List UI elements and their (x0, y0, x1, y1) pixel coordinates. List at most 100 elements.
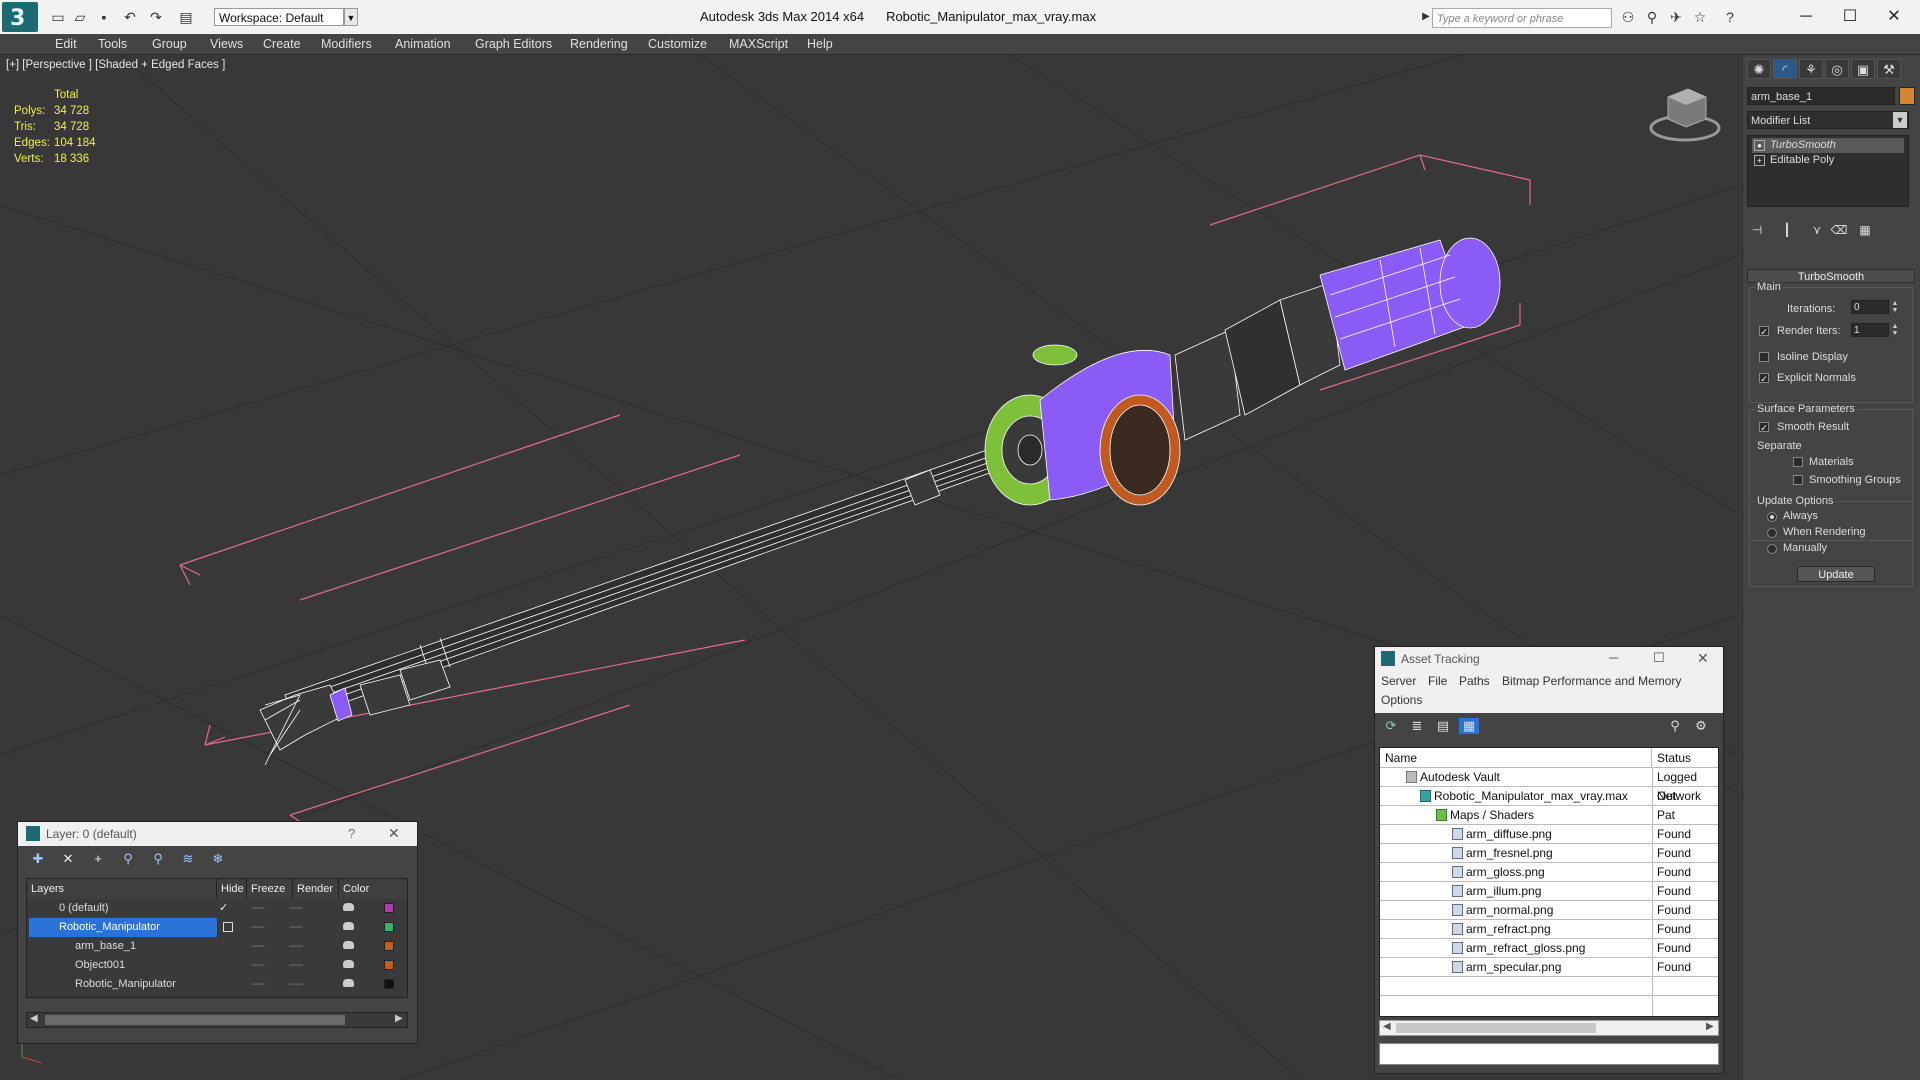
chevron-down-icon[interactable]: ▼ (1893, 112, 1907, 128)
close-icon[interactable]: ✕ (1874, 6, 1914, 28)
scroll-left-icon[interactable]: ◀ (30, 1013, 38, 1024)
spinner-arrows-icon[interactable]: ▲ ▼ (1891, 300, 1899, 314)
col-freeze[interactable]: Freeze (247, 879, 293, 899)
utilities-tab-icon[interactable]: ⚒ (1877, 59, 1901, 79)
layer-horizontal-scrollbar[interactable]: ◀ ▶ (26, 1012, 408, 1028)
render-teapot-icon[interactable] (343, 922, 354, 930)
render-iters-checkbox[interactable]: ✓ (1759, 326, 1769, 337)
hide-toggle[interactable]: ----- (251, 956, 265, 975)
help-query-icon[interactable]: ⚲ (1665, 718, 1685, 734)
asset-row[interactable]: arm_specular.png Found (1380, 958, 1718, 977)
scroll-right-icon[interactable]: ▶ (1706, 1021, 1714, 1032)
materials-checkbox[interactable] (1793, 457, 1803, 467)
scroll-thumb[interactable] (45, 1015, 345, 1025)
hide-toggle[interactable]: ----- (251, 918, 265, 937)
pin-stack-icon[interactable]: ⊣ (1747, 221, 1767, 239)
update-button[interactable]: Update (1797, 566, 1875, 582)
menu-views[interactable]: Views (210, 37, 243, 51)
communication-icon[interactable]: ✈ (1668, 9, 1684, 25)
layer-row[interactable]: 0 (default) ✓ ----- ----- (27, 899, 407, 918)
col-name[interactable]: Name (1380, 748, 1652, 768)
asset-row[interactable]: arm_refract_gloss.png Found (1380, 939, 1718, 958)
render-teapot-icon[interactable] (343, 979, 354, 987)
object-row[interactable]: arm_base_1 ----- ----- (27, 937, 407, 956)
asset-row[interactable]: Robotic_Manipulator_max_vray.max Network… (1380, 787, 1718, 822)
asset-row[interactable]: Maps / Shaders (1380, 806, 1718, 825)
select-objects-icon[interactable]: ⚲ (118, 851, 138, 867)
hide-toggle[interactable]: ----- (251, 937, 265, 956)
menu-modifiers[interactable]: Modifiers (321, 37, 372, 51)
asset-row[interactable]: arm_fresnel.png Found (1380, 844, 1718, 863)
menu-group[interactable]: Group (152, 37, 187, 51)
detail-view-icon[interactable]: ▤ (1433, 718, 1453, 734)
asset-row[interactable]: arm_illum.png Found (1380, 882, 1718, 901)
freeze-toggle[interactable]: ----- (289, 918, 303, 937)
modify-tab-icon[interactable]: ◜ (1773, 59, 1797, 79)
subscription-icon[interactable]: ⚲ (1644, 9, 1660, 25)
freeze-all-icon[interactable]: ❄ (208, 851, 228, 867)
isoline-display-checkbox[interactable] (1759, 352, 1769, 362)
render-teapot-icon[interactable] (343, 960, 354, 968)
menu-customize[interactable]: Customize (648, 37, 707, 51)
menu-paths[interactable]: Paths (1459, 674, 1490, 688)
make-unique-icon[interactable]: ⋎ (1807, 221, 1827, 239)
save-file-icon[interactable]: ▪ (96, 9, 112, 25)
hide-toggle[interactable]: ----- (251, 975, 265, 994)
spinner-arrows-icon[interactable]: ▲ ▼ (1891, 323, 1899, 337)
view-cube[interactable] (1649, 88, 1721, 142)
workspace-dropdown[interactable]: Workspace: Default (214, 8, 344, 26)
menu-graph-editors[interactable]: Graph Editors (475, 37, 552, 51)
render-teapot-icon[interactable] (343, 941, 354, 949)
undo-icon[interactable]: ↶ (122, 9, 138, 25)
menu-server[interactable]: Server (1381, 674, 1416, 688)
project-folder-icon[interactable]: ▤ (178, 9, 194, 25)
always-radio[interactable] (1767, 512, 1777, 522)
render-iters-spinner[interactable]: 1 (1851, 323, 1889, 337)
asset-horizontal-scrollbar[interactable]: ◀ ▶ (1379, 1020, 1719, 1036)
layer-color-swatch[interactable] (384, 903, 394, 913)
hide-all-icon[interactable]: ≋ (178, 851, 198, 867)
menu-file[interactable]: File (1428, 674, 1447, 688)
menu-options[interactable]: Options (1381, 693, 1422, 707)
freeze-toggle[interactable]: ----- (289, 899, 303, 918)
when-rendering-radio[interactable] (1767, 528, 1777, 538)
redo-icon[interactable]: ↷ (148, 9, 164, 25)
object-row[interactable]: Robotic_Manipulator ----- ----- (27, 975, 407, 994)
chevron-down-icon[interactable]: ▼ (344, 8, 358, 26)
motion-tab-icon[interactable]: ◎ (1825, 59, 1849, 79)
menu-edit[interactable]: Edit (55, 37, 77, 51)
object-row[interactable]: Object001 ----- ----- (27, 956, 407, 975)
new-file-icon[interactable]: ▭ (50, 9, 66, 25)
stack-item-editable-poly[interactable]: + Editable Poly (1752, 153, 1904, 168)
menu-bitmap-performance[interactable]: Bitmap Performance and Memory (1502, 674, 1681, 688)
col-hide[interactable]: Hide (217, 879, 247, 899)
layer-color-swatch[interactable] (384, 979, 394, 989)
col-layers[interactable]: Layers (27, 879, 217, 899)
set-current-box[interactable] (223, 922, 233, 932)
minimize-icon[interactable]: ─ (1609, 650, 1618, 665)
app-logo[interactable]: 3 (2, 2, 38, 32)
remove-modifier-icon[interactable]: ⌫ (1829, 221, 1849, 239)
binoculars-icon[interactable]: ⚇ (1620, 9, 1636, 25)
menu-create[interactable]: Create (263, 37, 301, 51)
maximize-icon[interactable]: ☐ (1830, 6, 1870, 28)
render-teapot-icon[interactable] (343, 903, 354, 911)
hide-toggle[interactable]: ----- (251, 899, 265, 918)
scroll-right-icon[interactable]: ▶ (395, 1013, 403, 1024)
show-end-result-icon[interactable]: ┃ (1777, 221, 1797, 239)
maximize-icon[interactable]: ☐ (1653, 650, 1665, 666)
search-input[interactable]: Type a keyword or phrase (1432, 8, 1612, 28)
add-to-layer-icon[interactable]: + (88, 851, 108, 867)
asset-row[interactable]: Autodesk Vault Logged Out (1380, 768, 1718, 803)
table-view-icon[interactable]: ▦ (1459, 718, 1479, 734)
asset-row[interactable]: arm_refract.png Found (1380, 920, 1718, 939)
menu-maxscript[interactable]: MAXScript (729, 37, 788, 51)
help-icon[interactable]: ? (1722, 9, 1738, 25)
freeze-toggle[interactable]: ----- (289, 937, 303, 956)
asset-row[interactable]: arm_diffuse.png Found (1380, 825, 1718, 844)
lightbulb-icon[interactable]: ● (1754, 140, 1765, 151)
modifier-list-dropdown[interactable]: Modifier List (1747, 111, 1909, 129)
hierarchy-tab-icon[interactable]: ⚘ (1799, 59, 1823, 79)
help-icon[interactable]: ? (348, 826, 355, 841)
layer-row-selected[interactable]: Robotic_Manipulator ----- ----- (27, 918, 407, 937)
